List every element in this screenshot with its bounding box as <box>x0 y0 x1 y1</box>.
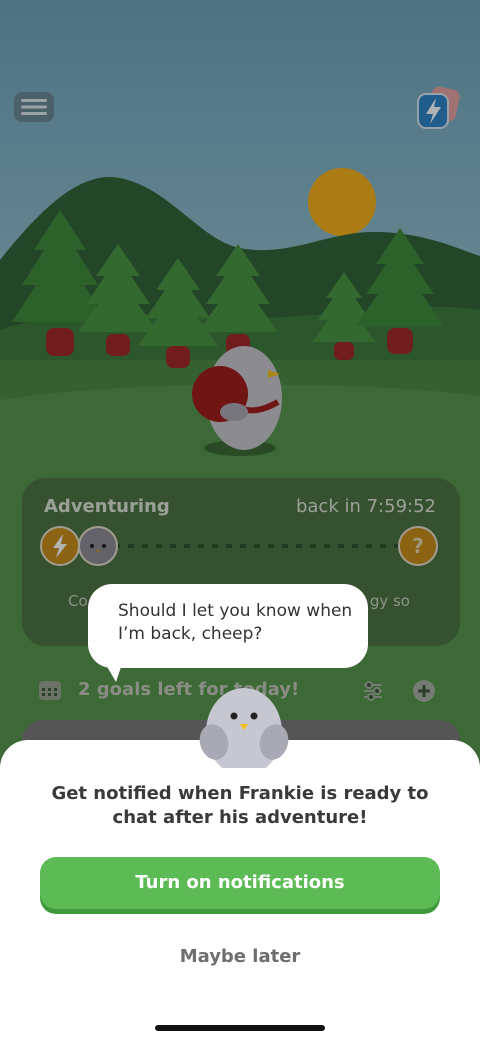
notification-prompt-message: Get notified when Frankie is ready to ch… <box>51 783 429 828</box>
peeking-bird-mascot <box>199 688 289 768</box>
speech-bubble-tail <box>102 658 124 682</box>
notification-prompt-sheet: Get notified when Frankie is ready to ch… <box>0 740 480 1040</box>
speech-bubble-text: Should I let you know when I’m back, che… <box>118 601 353 644</box>
speech-bubble: Should I let you know when I’m back, che… <box>88 584 368 668</box>
turn-on-notifications-button[interactable]: Turn on notifications <box>40 857 440 909</box>
maybe-later-button[interactable]: Maybe later <box>140 940 340 974</box>
home-indicator <box>155 1025 325 1031</box>
